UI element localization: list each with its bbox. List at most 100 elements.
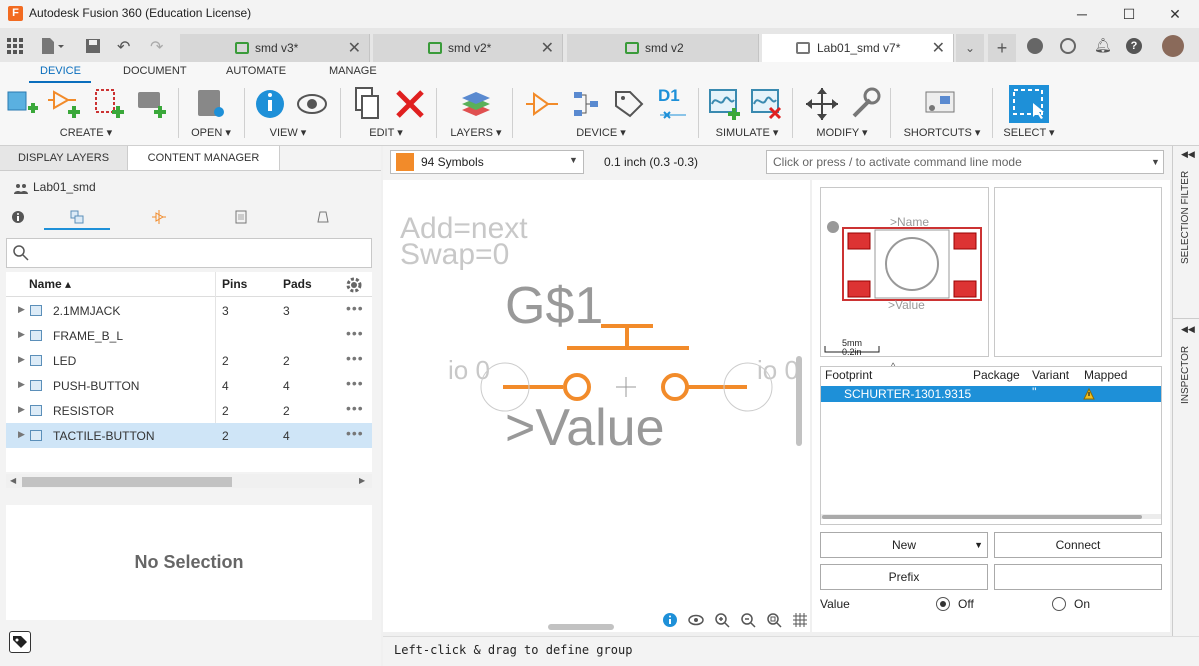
layers-icon[interactable] <box>460 86 494 122</box>
scroll-left-icon[interactable]: ◀ <box>10 476 16 485</box>
remove-simulation-model-icon[interactable] <box>750 86 784 122</box>
table-settings-gear-icon[interactable] <box>345 276 363 294</box>
expand-caret-icon[interactable]: ▶ <box>18 379 25 390</box>
add-simulation-model-icon[interactable] <box>708 86 742 122</box>
packages-tab-icon[interactable] <box>316 210 330 224</box>
collapse-inspector-icon[interactable]: ◀◀ <box>1181 324 1195 335</box>
connect-pins-icon[interactable] <box>570 86 604 122</box>
move-icon[interactable] <box>806 86 840 122</box>
devices-tab-icon[interactable] <box>70 210 84 224</box>
tab-display-layers[interactable]: DISPLAY LAYERS <box>0 146 128 170</box>
expand-caret-icon[interactable]: ▶ <box>18 304 25 315</box>
symbols-tab-icon[interactable] <box>152 210 166 224</box>
tab-device[interactable]: DEVICE <box>40 65 81 77</box>
notifications-icon[interactable]: 🔔︎ <box>1094 37 1112 54</box>
selection-filter-tab[interactable]: SELECTION FILTER <box>1180 171 1191 264</box>
symbol-value-text[interactable]: >Value <box>505 398 665 458</box>
grid-menu-icon[interactable] <box>7 38 23 54</box>
row-more-options-icon[interactable]: ••• <box>346 425 364 441</box>
column-header-pads[interactable]: Pads <box>283 277 312 291</box>
shortcuts-icon[interactable] <box>924 86 958 122</box>
prefix-field[interactable] <box>994 564 1162 590</box>
avatar[interactable] <box>1162 35 1184 57</box>
table-row[interactable]: ▶ PUSH-BUTTON 4 4 ••• <box>6 373 372 398</box>
file-menu-icon[interactable] <box>40 37 64 55</box>
command-line-input[interactable]: Click or press / to activate command lin… <box>766 150 1164 174</box>
row-more-options-icon[interactable]: ••• <box>346 350 364 366</box>
tab-overflow-chevron-icon[interactable]: ⌄ <box>956 34 984 62</box>
wrench-icon[interactable] <box>848 86 882 122</box>
create-footprint-icon[interactable] <box>92 86 126 122</box>
close-tab-icon[interactable]: ✕ <box>348 38 361 58</box>
layer-select[interactable] <box>390 150 584 174</box>
show-eye-icon[interactable] <box>296 86 330 122</box>
footprints-tab-icon[interactable] <box>234 210 248 224</box>
zoom-out-icon[interactable] <box>740 612 756 628</box>
dropdown-arrow-icon[interactable]: ▼ <box>569 155 578 165</box>
tab-smd-v2-modified[interactable]: smd v2* ✕ <box>373 34 563 62</box>
info-icon[interactable] <box>662 612 678 628</box>
redo-icon[interactable]: ↷ <box>150 37 163 57</box>
canvas-horizontal-scrollbar[interactable] <box>548 624 614 630</box>
online-status-icon[interactable] <box>1027 38 1043 54</box>
column-header-mapped[interactable]: Mapped <box>1084 368 1127 382</box>
add-gate-icon[interactable] <box>526 86 560 122</box>
new-variant-button[interactable]: New ▼ <box>820 532 988 558</box>
simulate-group-label[interactable]: SIMULATE ▾ <box>710 126 784 139</box>
job-status-icon[interactable] <box>1060 38 1076 54</box>
create-package-icon[interactable] <box>134 86 168 122</box>
edit-group-label[interactable]: EDIT ▾ <box>356 126 416 139</box>
row-more-options-icon[interactable]: ••• <box>346 300 364 316</box>
device-group-label[interactable]: DEVICE ▾ <box>566 126 636 139</box>
close-button[interactable]: ✕ <box>1152 0 1198 28</box>
table-row[interactable]: ▶ 2.1MMJACK 3 3 ••• <box>6 298 372 323</box>
column-header-package[interactable]: Package <box>973 368 1020 382</box>
expand-caret-icon[interactable]: ▶ <box>18 354 25 365</box>
open-group-label[interactable]: OPEN ▾ <box>184 126 238 139</box>
tab-manage[interactable]: MANAGE <box>329 65 377 77</box>
search-input[interactable] <box>6 238 372 268</box>
scrollbar-thumb[interactable] <box>822 515 1142 519</box>
info-tab-icon[interactable] <box>11 210 25 224</box>
close-tab-icon[interactable]: ✕ <box>541 38 554 58</box>
open-library-icon[interactable] <box>194 86 228 122</box>
maximize-button[interactable]: ☐ <box>1106 0 1152 28</box>
create-group-label[interactable]: CREATE ▾ <box>44 126 128 139</box>
expand-caret-icon[interactable]: ▶ <box>18 329 25 340</box>
expand-caret-icon[interactable]: ▶ <box>18 429 25 440</box>
table-row[interactable]: ▶ FRAME_B_L ••• <box>6 323 372 348</box>
grid-icon[interactable] <box>792 612 808 628</box>
expand-caret-icon[interactable]: ▶ <box>18 404 25 415</box>
tab-content-manager[interactable]: CONTENT MANAGER <box>128 146 280 170</box>
minimize-button[interactable]: ─ <box>1059 0 1105 28</box>
tab-smd-v2[interactable]: smd v2 <box>567 34 759 62</box>
tab-document[interactable]: DOCUMENT <box>123 65 187 77</box>
collapse-selection-filter-icon[interactable]: ◀◀ <box>1181 149 1195 160</box>
tab-lab01-smd[interactable]: Lab01_smd v7* ✕ <box>762 34 954 62</box>
column-header-variant[interactable]: Variant <box>1032 368 1069 382</box>
table-row[interactable]: ▶ RESISTOR 2 2 ••• <box>6 398 372 423</box>
scroll-right-icon[interactable]: ▶ <box>359 476 365 485</box>
copy-icon[interactable] <box>352 86 386 122</box>
save-icon[interactable] <box>85 38 101 54</box>
create-device-icon[interactable] <box>6 86 40 122</box>
zoom-fit-icon[interactable] <box>766 612 782 628</box>
undo-icon[interactable]: ↶ <box>117 37 130 57</box>
prefix-button[interactable]: Prefix <box>820 564 988 590</box>
view-group-label[interactable]: VIEW ▾ <box>256 126 320 139</box>
close-tab-icon[interactable]: ✕ <box>932 38 945 58</box>
command-history-arrow-icon[interactable]: ▼ <box>1151 157 1160 167</box>
tab-automate[interactable]: AUTOMATE <box>226 65 286 77</box>
table-row[interactable]: ▶ LED 2 2 ••• <box>6 348 372 373</box>
select-group-label[interactable]: SELECT ▾ <box>1000 126 1058 139</box>
delete-icon[interactable] <box>394 86 428 122</box>
value-on-radio[interactable] <box>1052 597 1066 611</box>
shortcuts-group-label[interactable]: SHORTCUTS ▾ <box>902 126 982 139</box>
help-icon[interactable]: ? <box>1126 38 1142 54</box>
prefix-d1-icon[interactable]: D1 <box>656 86 690 122</box>
inspector-tab[interactable]: INSPECTOR <box>1180 346 1191 404</box>
layers-group-label[interactable]: LAYERS ▾ <box>446 126 506 139</box>
tab-smd-v3[interactable]: smd v3* ✕ <box>180 34 370 62</box>
tag-icon[interactable] <box>9 631 31 653</box>
table-row-selected[interactable]: ▶ TACTILE-BUTTON 2 4 ••• <box>6 423 372 448</box>
